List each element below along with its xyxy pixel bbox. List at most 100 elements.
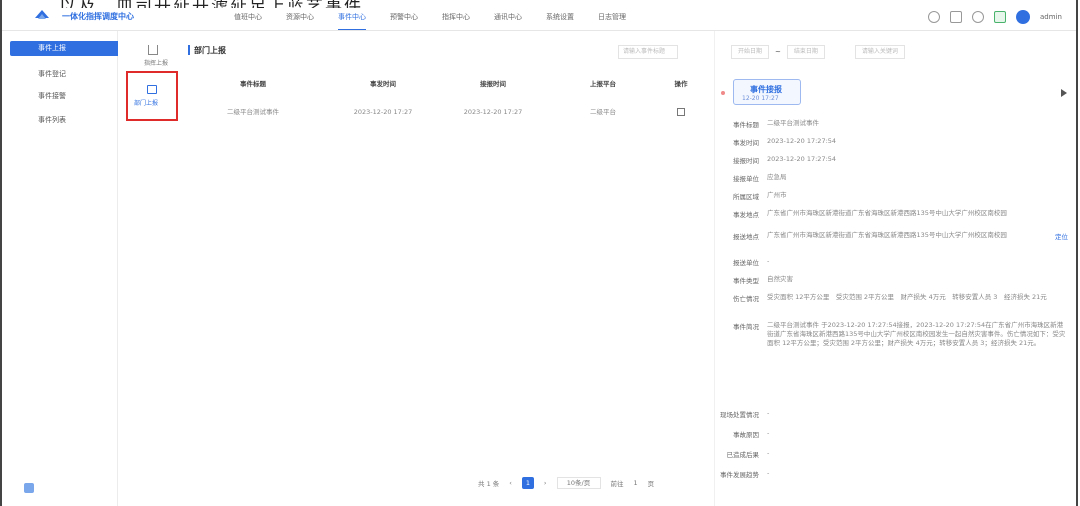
field-key: 已造成后果 [726,451,760,459]
subnav-command-report[interactable]: 指挥上报 [144,58,168,67]
sidebar-item-receive[interactable]: 事件接警 [10,89,120,104]
cell-platform: 二级平台 [590,108,616,116]
collapse-icon[interactable] [24,483,34,493]
field-key: 事件类型 [733,277,759,285]
nav-item-comms[interactable]: 通讯中心 [494,12,546,22]
home-icon[interactable] [928,11,940,23]
timeline-dot [721,91,725,95]
sidebar-item-list[interactable]: 事件列表 [10,113,120,128]
total-count: 共 1 条 [478,480,500,488]
field-value: - [767,469,770,477]
nav-item-events[interactable]: 事件中心 [338,12,390,22]
page-size-select[interactable]: 10条/页 [556,477,601,489]
field-value: 二级平台测试事件 [767,119,819,127]
field-value: 2023-12-20 17:27:54 [767,155,837,163]
col-occur-time: 事发时间 [370,80,396,88]
col-receive-time: 接报时间 [480,80,506,88]
username[interactable]: admin [1040,13,1062,21]
avatar[interactable] [1016,10,1030,24]
title-accent [188,45,190,55]
start-date-input[interactable]: 开始日期 [731,45,770,59]
nav-item-resources[interactable]: 资源中心 [286,12,338,22]
field-value: 自然灾害 [767,275,793,283]
frame-right-edge [1076,0,1078,506]
col-platform: 上报平台 [590,80,616,88]
field-key: 报送单位 [733,259,759,267]
field-key: 事件标题 [733,121,759,129]
sidebar-item-register[interactable]: 事件登记 [10,67,120,82]
field-key: 报送地点 [733,233,759,241]
page-number[interactable]: 1 [521,477,534,489]
department-report-label: 部门上报 [134,100,159,107]
col-actions: 操作 [674,80,688,88]
field-value: 广州市 [767,191,787,199]
field-value: 二级平台测试事件 于2023-12-20 17:27:54接报，2023-12-… [767,321,1066,347]
goto-label: 前往 [610,480,624,488]
field-key: 事故原因 [733,431,759,439]
field-key: 接报单位 [733,175,759,183]
cell-receive-time: 2023-12-20 17:27 [463,108,523,116]
cell-title: 二级平台测试事件 [227,108,279,116]
table-row[interactable]: 二级平台测试事件 2023-12-20 17:27 2023-12-20 17:… [178,103,714,121]
edit-icon[interactable] [677,108,685,116]
pagination: 共 1 条 ‹ 1 › 10条/页 前往 1 页 [478,477,654,489]
field-value: 应急局 [767,173,787,181]
nav-item-logs[interactable]: 日志管理 [598,12,650,22]
logo-icon [35,10,49,19]
field-key: 接报时间 [733,157,759,165]
prev-page-icon[interactable]: ‹ [509,479,512,487]
main-nav: 值班中心 资源中心 事件中心 预警中心 指挥中心 通讯中心 系统设置 日志管理 [234,12,650,22]
field-key: 现场处置情况 [720,411,759,419]
field-value: 广东省广州市海珠区新港街道广东省海珠区新港西路135号中山大学广州校区南校园 [767,231,1007,239]
date-separator-icon: ~ [775,48,781,56]
top-header: 一体化指挥调度中心 值班中心 资源中心 事件中心 预警中心 指挥中心 通讯中心 … [2,8,1076,31]
user-icon[interactable] [972,11,984,23]
field-key: 伤亡情况 [733,295,759,303]
nav-item-settings[interactable]: 系统设置 [546,12,598,22]
field-key: 事件简况 [733,323,759,331]
stage-card[interactable]: 事件接报 12-20 17:27 [733,79,801,105]
goto-input[interactable]: 1 [634,479,638,487]
main-panel: 部门上报 请输入事件标题 事件标题 事发时间 接报时间 上报平台 操作 二级平台… [178,31,714,506]
sidebar: 事件上报 事件登记 事件接警 事件列表 [2,31,120,506]
department-report-button[interactable]: 部门上报 [126,71,178,121]
sidebar-item-report[interactable]: 事件上报 [10,41,120,56]
end-date-input[interactable]: 结束日期 [786,45,825,59]
nav-item-warning[interactable]: 预警中心 [390,12,442,22]
field-value: 2023-12-20 17:27:54 [767,137,837,145]
nav-item-command[interactable]: 指挥中心 [442,12,494,22]
nav-item-duty[interactable]: 值班中心 [234,12,286,22]
stage-title: 事件接报 [750,85,782,94]
map-link[interactable]: 定位 [1055,231,1068,241]
field-value: - [767,257,770,265]
upload-icon[interactable] [148,45,158,55]
col-title: 事件标题 [240,80,266,88]
goto-suffix: 页 [647,480,655,488]
header-tools: admin [928,10,1062,24]
field-value: - [767,449,770,457]
stage-time: 12-20 17:27 [742,95,779,102]
cell-occur-time: 2023-12-20 17:27 [353,108,413,116]
table-header: 事件标题 事发时间 接报时间 上报平台 操作 [178,75,714,93]
calendar-icon[interactable] [950,11,962,23]
brand-title: 一体化指挥调度中心 [62,12,134,21]
field-value: - [767,429,770,437]
detail-panel: 开始日期 ~ 结束日期 请输入关键词 事件接报 12-20 17:27 事件标题… [714,31,1076,506]
field-key: 事件发展趋势 [720,471,759,479]
keyword-input[interactable]: 请输入关键词 [854,45,905,59]
next-arrow-icon[interactable] [1061,89,1067,97]
field-key: 事发时间 [733,139,759,147]
field-value: - [767,409,770,417]
field-value: 受灾面积 12平方公里 受灾范围 2平方公里 财产损失 4万元 转移安置人员 3… [767,293,1047,301]
message-icon[interactable] [994,11,1006,23]
monitor-icon [147,85,157,94]
cell-actions [658,103,704,121]
field-key: 所属区域 [733,193,759,201]
filter-row: 开始日期 ~ 结束日期 请输入关键词 [731,45,905,59]
subnav: 指挥上报 部门上报 [118,31,178,506]
field-key: 事发地点 [733,211,759,219]
page-title: 部门上报 [194,46,226,55]
search-input[interactable]: 请输入事件标题 [618,45,678,59]
next-page-icon[interactable]: › [544,479,547,487]
field-value: 广东省广州市海珠区新港街道广东省海珠区新港西路135号中山大学广州校区南校园 [767,209,1007,217]
